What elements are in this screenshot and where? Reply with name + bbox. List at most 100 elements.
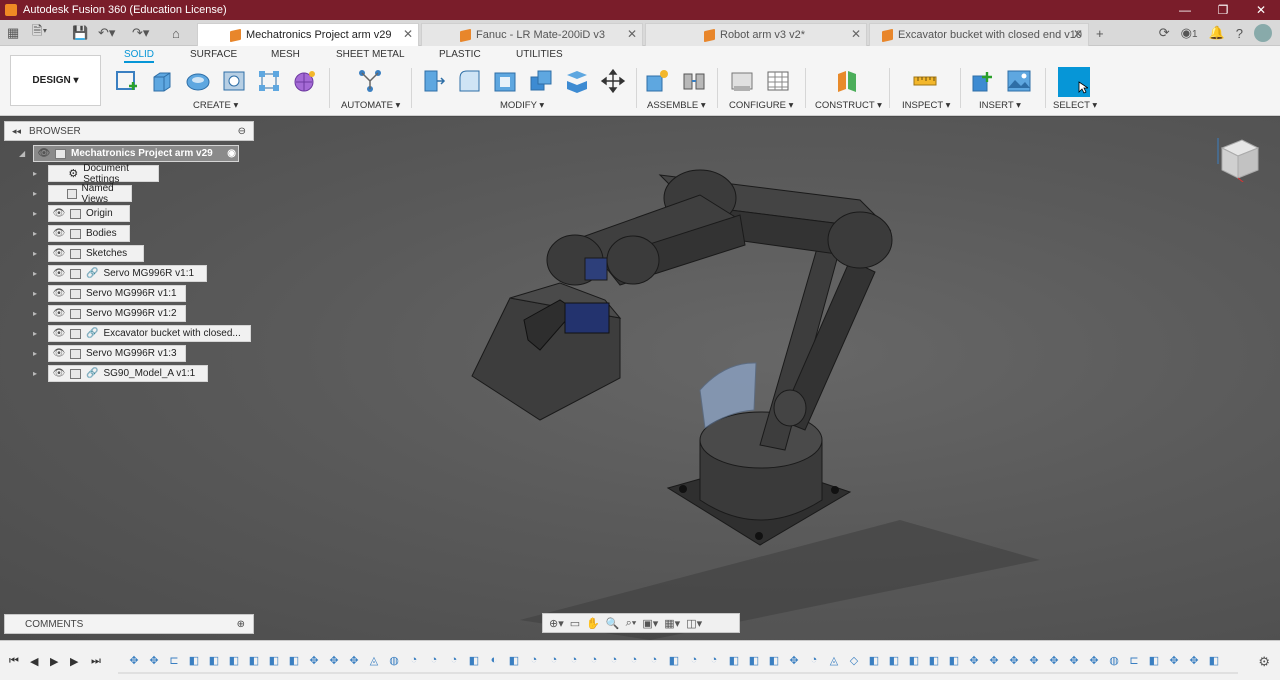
timeline-feature-icon[interactable]: ✥ bbox=[784, 652, 804, 668]
app-grid-icon[interactable]: ▦ bbox=[7, 20, 19, 46]
file-menu-icon[interactable]: 🗎▾ bbox=[32, 20, 47, 46]
look-at-icon[interactable]: ▭ bbox=[570, 617, 580, 630]
expand-arrow-icon[interactable]: ▸ bbox=[33, 269, 37, 278]
eye-icon[interactable]: 👁 bbox=[52, 308, 66, 319]
form-icon[interactable] bbox=[292, 68, 318, 94]
modify-menu[interactable]: MODIFY ▾ bbox=[500, 100, 544, 111]
select-menu[interactable]: SELECT ▾ bbox=[1053, 100, 1097, 111]
timeline-feature-icon[interactable]: ◧ bbox=[224, 652, 244, 668]
browser-item[interactable]: Named Views bbox=[48, 183, 132, 205]
close-tab-icon[interactable]: ✕ bbox=[403, 27, 413, 41]
pattern-icon[interactable] bbox=[256, 68, 282, 94]
timeline-feature-icon[interactable]: ✥ bbox=[1184, 652, 1204, 668]
timeline-feature-icon[interactable]: ✥ bbox=[1064, 652, 1084, 668]
grid-settings-icon[interactable]: ▦▾ bbox=[664, 617, 680, 630]
play-icon[interactable]: ▶ bbox=[50, 655, 58, 668]
add-comment-icon[interactable]: ⊕ bbox=[237, 619, 245, 630]
timeline-feature-icon[interactable]: ◧ bbox=[864, 652, 884, 668]
timeline-feature-icon[interactable]: ◧ bbox=[764, 652, 784, 668]
insert-menu[interactable]: INSERT ▾ bbox=[979, 100, 1021, 111]
expand-arrow-icon[interactable]: ▸ bbox=[33, 309, 37, 318]
tab-mesh[interactable]: MESH bbox=[271, 49, 300, 60]
tab-utilities[interactable]: UTILITIES bbox=[516, 49, 563, 60]
timeline-feature-icon[interactable]: ◧ bbox=[504, 652, 524, 668]
minimize-button[interactable]: — bbox=[1166, 0, 1204, 20]
expand-arrow-icon[interactable]: ▸ bbox=[33, 369, 37, 378]
new-tab-icon[interactable]: + bbox=[1096, 20, 1104, 46]
close-tab-icon[interactable]: ✕ bbox=[851, 27, 861, 41]
assemble-menu[interactable]: ASSEMBLE ▾ bbox=[647, 100, 706, 111]
browser-item[interactable]: 👁 🔗 SG90_Model_A v1:1 bbox=[48, 365, 208, 382]
timeline-settings-icon[interactable]: ⚙ bbox=[1258, 654, 1270, 670]
timeline-feature-icon[interactable]: ✥ bbox=[124, 652, 144, 668]
construct-plane-icon[interactable] bbox=[834, 68, 860, 94]
refresh-icon[interactable]: ⟳ bbox=[1159, 25, 1170, 41]
configure-menu[interactable]: CONFIGURE ▾ bbox=[729, 100, 793, 111]
tab-robot-arm[interactable]: Robot arm v3 v2* ✕ bbox=[645, 23, 867, 46]
tab-fanuc[interactable]: Fanuc - LR Mate-200iD v3 ✕ bbox=[421, 23, 643, 46]
timeline-feature-icon[interactable]: ◍ bbox=[1104, 652, 1124, 668]
measure-icon[interactable] bbox=[912, 68, 938, 94]
help-icon[interactable]: ? bbox=[1236, 26, 1243, 41]
browser-item[interactable]: 👁 Servo MG996R v1:1 bbox=[48, 285, 186, 302]
redo-icon[interactable]: ↷▾ bbox=[132, 20, 149, 46]
collapse-panel-icon[interactable]: ◂◂ bbox=[12, 126, 21, 137]
timeline-feature-icon[interactable]: ◔ bbox=[444, 652, 464, 668]
panel-pin-icon[interactable]: ⊖ bbox=[238, 126, 246, 137]
timeline-feature-icon[interactable]: ◬ bbox=[364, 652, 384, 668]
notification-bell-icon[interactable]: 🔔 bbox=[1209, 25, 1225, 41]
fit-icon[interactable]: ⌕▾ bbox=[626, 617, 637, 630]
timeline-feature-icon[interactable]: ◧ bbox=[464, 652, 484, 668]
timeline-feature-icon[interactable]: ◔ bbox=[404, 652, 424, 668]
timeline-feature-icon[interactable]: ◧ bbox=[284, 652, 304, 668]
browser-item[interactable]: 👁 🔗 Servo MG996R v1:1 bbox=[48, 265, 207, 282]
timeline-feature-icon[interactable]: ◧ bbox=[884, 652, 904, 668]
go-to-start-icon[interactable]: ⏮ bbox=[9, 655, 19, 668]
timeline-feature-icon[interactable]: ◔ bbox=[524, 652, 544, 668]
zoom-icon[interactable]: 🔍 bbox=[606, 617, 620, 630]
split-body-icon[interactable] bbox=[564, 68, 590, 94]
browser-item[interactable]: 👁 Bodies bbox=[48, 225, 130, 242]
browser-item[interactable]: 👁 Origin bbox=[48, 205, 130, 222]
timeline-feature-icon[interactable]: ◔ bbox=[604, 652, 624, 668]
timeline-feature-icon[interactable]: ◔ bbox=[644, 652, 664, 668]
timeline-feature-icon[interactable]: ⊏ bbox=[1124, 652, 1144, 668]
timeline-feature-icon[interactable]: ◧ bbox=[924, 652, 944, 668]
close-tab-icon[interactable]: ✕ bbox=[627, 27, 637, 41]
timeline-feature-icon[interactable]: ◔ bbox=[624, 652, 644, 668]
expand-arrow-icon[interactable]: ▸ bbox=[33, 229, 37, 238]
timeline-feature-icon[interactable]: ✥ bbox=[1164, 652, 1184, 668]
fillet-icon[interactable] bbox=[456, 68, 482, 94]
timeline-feature-icon[interactable]: ◧ bbox=[204, 652, 224, 668]
timeline-feature-icon[interactable]: ✥ bbox=[1024, 652, 1044, 668]
create-menu[interactable]: CREATE ▾ bbox=[193, 100, 238, 111]
timeline-feature-icon[interactable]: ◔ bbox=[804, 652, 824, 668]
eye-icon[interactable]: 👁 bbox=[52, 228, 66, 239]
revolve-icon[interactable] bbox=[185, 68, 211, 94]
restore-button[interactable]: ❐ bbox=[1204, 0, 1242, 20]
timeline-feature-icon[interactable]: ✥ bbox=[324, 652, 344, 668]
pan-icon[interactable]: ✋ bbox=[586, 617, 600, 630]
eye-icon[interactable]: 👁 bbox=[52, 348, 66, 359]
expand-arrow-icon[interactable]: ◢ bbox=[19, 149, 25, 158]
comments-panel-header[interactable]: COMMENTS ⊕ bbox=[4, 614, 254, 634]
timeline-feature-icon[interactable]: ◔ bbox=[564, 652, 584, 668]
parameters-icon[interactable] bbox=[729, 68, 755, 94]
display-settings-icon[interactable]: ▣▾ bbox=[642, 617, 658, 630]
eye-icon[interactable]: 👁 bbox=[52, 268, 66, 279]
save-icon[interactable]: 💾 bbox=[72, 20, 88, 46]
timeline-feature-icon[interactable]: ◧ bbox=[904, 652, 924, 668]
extrude-icon[interactable] bbox=[149, 68, 175, 94]
timeline-feature-icon[interactable]: ◔ bbox=[684, 652, 704, 668]
close-window-button[interactable]: ✕ bbox=[1242, 0, 1280, 20]
orbit-icon[interactable]: ⊕▾ bbox=[549, 617, 564, 630]
browser-item[interactable]: 👁 Sketches bbox=[48, 245, 144, 262]
timeline-feature-icon[interactable]: ✥ bbox=[144, 652, 164, 668]
close-tab-icon[interactable]: ✕ bbox=[1073, 27, 1083, 41]
tab-mechatronics[interactable]: Mechatronics Project arm v29 ✕ bbox=[197, 23, 419, 46]
inspect-menu[interactable]: INSPECT ▾ bbox=[902, 100, 950, 111]
timeline-feature-icon[interactable]: ⊏ bbox=[164, 652, 184, 668]
timeline-feature-icon[interactable]: ◧ bbox=[1144, 652, 1164, 668]
timeline-feature-icon[interactable]: ✥ bbox=[1084, 652, 1104, 668]
timeline-feature-icon[interactable]: ✥ bbox=[984, 652, 1004, 668]
